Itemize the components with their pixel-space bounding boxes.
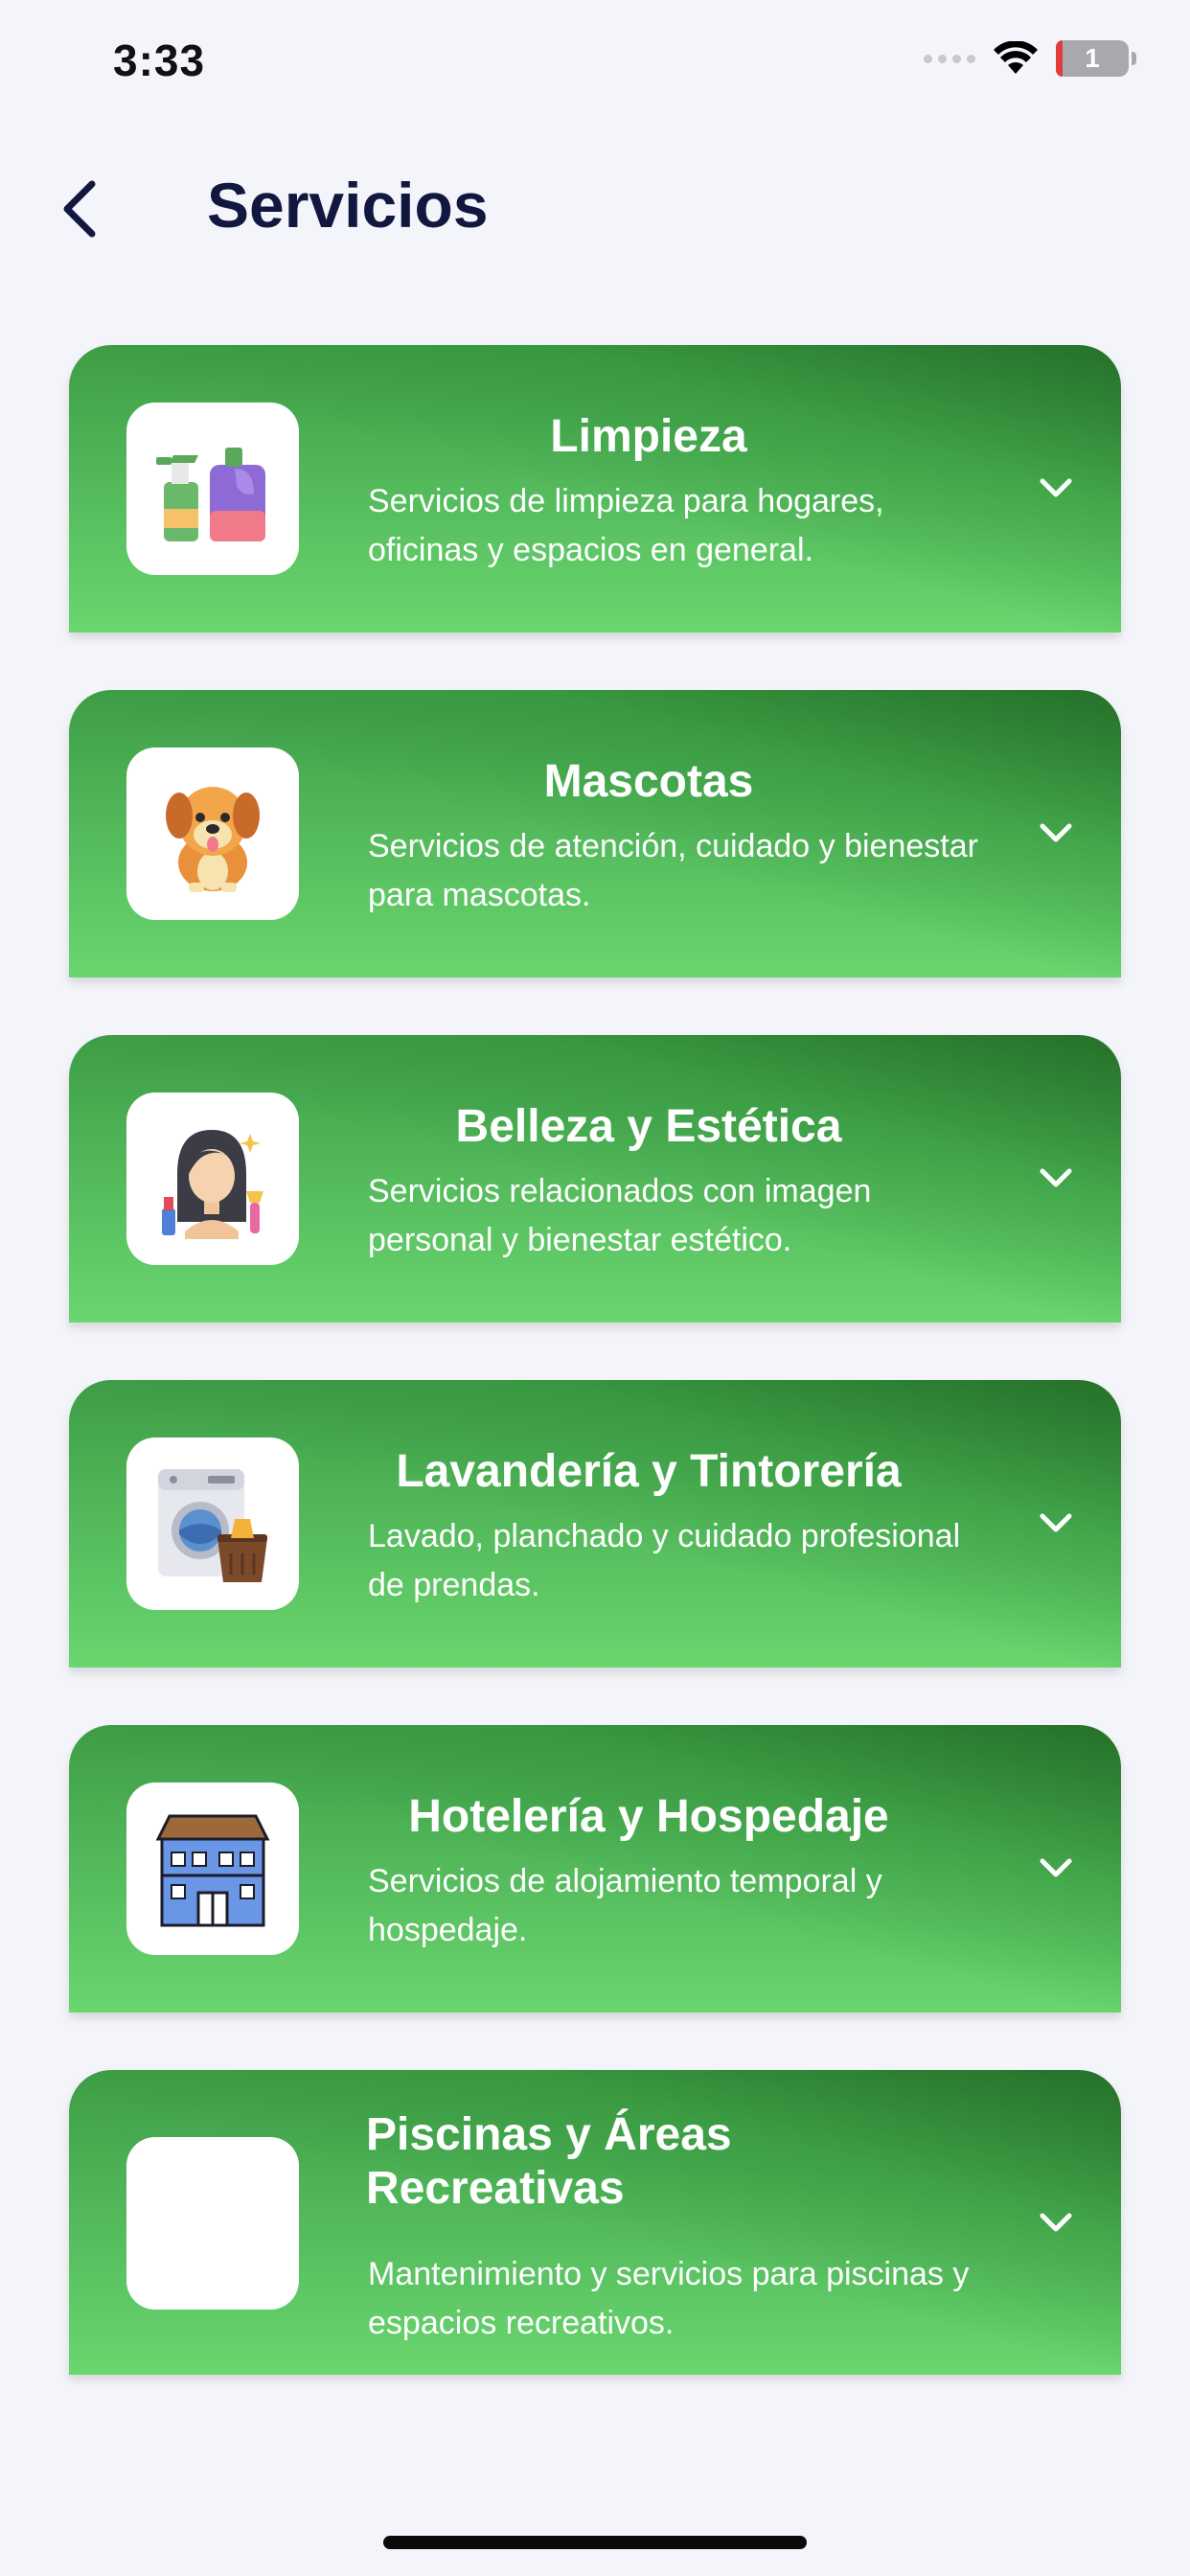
service-title: Limpieza (550, 411, 747, 462)
page-title: Servicios (207, 170, 489, 241)
service-title: Belleza y Estética (455, 1101, 842, 1152)
chevron-left-icon (63, 180, 96, 238)
service-title: Hotelería y Hospedaje (408, 1791, 889, 1842)
service-description: Servicios relacionados con imagen person… (368, 1173, 872, 1258)
battery-icon: 1 (1056, 40, 1136, 77)
chevron-down-icon[interactable] (1037, 1508, 1075, 1537)
home-indicator (383, 2536, 807, 2549)
status-time: 3:33 (113, 35, 206, 85)
blank-icon (126, 2137, 299, 2310)
service-card-lavanderia[interactable]: Lavandería y Tintorería Lavado, planchad… (69, 1380, 1121, 1668)
chevron-down-icon[interactable] (1037, 473, 1075, 502)
service-card-hoteleria[interactable]: Hotelería y Hospedaje Servicios de aloja… (69, 1725, 1121, 2012)
service-card-limpieza[interactable]: Limpieza Servicios de limpieza para hoga… (69, 345, 1121, 632)
service-description: Servicios de alojamiento temporal y hosp… (368, 1863, 882, 1948)
washing-machine-icon (126, 1438, 299, 1610)
services-screen: 3:33 1 Servicios Limpieza Servicios de l… (0, 0, 1190, 2576)
service-card-piscinas[interactable]: Piscinas y Áreas Recreativas Mantenimien… (69, 2070, 1121, 2375)
signal-icon (924, 54, 975, 63)
battery-level: 1 (1085, 43, 1100, 73)
chevron-down-icon[interactable] (1037, 818, 1075, 847)
service-description: Lavado, planchado y cuidado profesional … (368, 1518, 961, 1603)
chevron-down-icon[interactable] (1037, 1853, 1075, 1882)
service-description: Mantenimiento y servicios para piscinas … (368, 2256, 970, 2341)
service-description: Servicios de limpieza para hogares, ofic… (368, 483, 884, 568)
service-title: Lavandería y Tintorería (396, 1446, 902, 1497)
cleaning-products-icon (126, 402, 299, 575)
dog-icon (126, 748, 299, 920)
chevron-down-icon[interactable] (1037, 1163, 1075, 1192)
beauty-woman-icon (126, 1092, 299, 1265)
status-icons: 1 (924, 40, 1136, 77)
hotel-building-icon (126, 1782, 299, 1955)
service-description: Servicios de atención, cuidado y bienest… (368, 828, 978, 913)
wifi-icon (994, 41, 1038, 74)
service-card-belleza[interactable]: Belleza y Estética Servicios relacionado… (69, 1035, 1121, 1322)
back-button[interactable] (50, 171, 117, 247)
service-title: Piscinas y Áreas Recreativas (366, 2109, 732, 2214)
service-title: Mascotas (543, 756, 754, 807)
service-card-mascotas[interactable]: Mascotas Servicios de atención, cuidado … (69, 690, 1121, 978)
chevron-down-icon[interactable] (1037, 2208, 1075, 2237)
